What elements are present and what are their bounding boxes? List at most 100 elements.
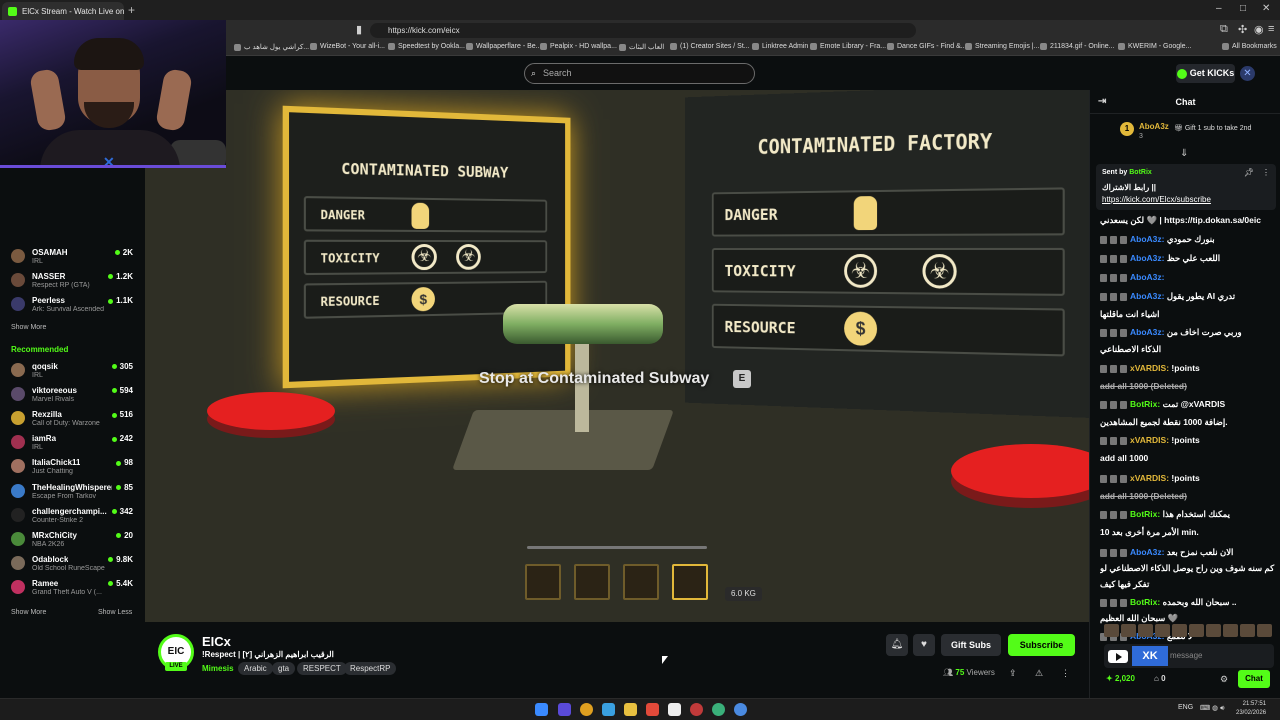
- close-window-icon[interactable]: ✕: [1262, 3, 1270, 14]
- video-player[interactable]: CONTAMINATED SUBWAY DANGER TOXICITY ☣ ☣ …: [145, 90, 1089, 622]
- bookmark-item[interactable]: Speedtest by Ookla...: [388, 43, 465, 50]
- sidebar-channel-item[interactable]: iamRa IRL 242: [0, 432, 145, 456]
- tag-gta[interactable]: gta: [272, 662, 296, 675]
- bookmark-item[interactable]: Dance GIFs - Find &...: [887, 43, 967, 50]
- sidebar-channel-item[interactable]: TheHealingWhisperer Escape From Tarkov 85: [0, 481, 145, 505]
- show-less-button[interactable]: Show Less: [98, 609, 132, 616]
- sidebar-channel-item[interactable]: challengerchampi... Counter-Strike 2 342: [0, 505, 145, 529]
- tag-respectrp[interactable]: RespectRP: [344, 662, 397, 675]
- system-tray-icons[interactable]: ⌨ ◍ 🔊︎: [1200, 704, 1225, 713]
- bookmark-item[interactable]: KWERIM - Google...: [1118, 43, 1191, 50]
- new-tab-icon[interactable]: +: [128, 3, 135, 17]
- channel-name[interactable]: EICx: [202, 634, 231, 649]
- channel-points[interactable]: ✦ 2,020: [1106, 674, 1135, 683]
- bookmark-item[interactable]: Emote Library - Fra...: [810, 43, 886, 50]
- bookmark-item[interactable]: Wallpaperflare - Be...: [466, 43, 542, 50]
- send-chat-button[interactable]: Chat: [1238, 670, 1270, 688]
- collapse-chat-icon[interactable]: ⇥: [1098, 90, 1106, 114]
- chat-username[interactable]: AboA3z:: [1130, 253, 1164, 263]
- chat-username[interactable]: BotRix:: [1130, 399, 1160, 409]
- menu-icon[interactable]: ≡: [1268, 23, 1274, 35]
- emote[interactable]: [1104, 624, 1119, 637]
- app-icon[interactable]: [712, 703, 725, 716]
- chat-username[interactable]: AboA3z:: [1130, 547, 1164, 557]
- tag-respect[interactable]: RESPECT: [297, 662, 347, 675]
- bookmark-item[interactable]: العاب البثات: [619, 43, 664, 51]
- puzzle-icon[interactable]: ✣: [1238, 23, 1247, 36]
- follow-heart-icon[interactable]: ♥: [913, 634, 935, 656]
- chrome-icon[interactable]: [580, 703, 593, 716]
- pinned-bot-name[interactable]: BotRix: [1129, 169, 1152, 176]
- sidebar-channel-item[interactable]: Ramee Grand Theft Auto V (... 5.4K: [0, 577, 145, 601]
- sidebar-channel-item[interactable]: NASSER Respect RP (GTA) 1.2K: [0, 270, 145, 294]
- expand-leaderboard-icon[interactable]: ⇓: [1180, 148, 1188, 159]
- user-avatar[interactable]: ✕: [1240, 66, 1255, 81]
- bookmark-item[interactable]: (1) Creator Sites / St...: [670, 43, 750, 50]
- file-explorer-icon[interactable]: [624, 703, 637, 716]
- sidebar-channel-item[interactable]: Rexzilla Call of Duty: Warzone 516: [0, 408, 145, 432]
- chat-settings-icon[interactable]: ⚙: [1220, 674, 1228, 685]
- chat-input[interactable]: XK message: [1104, 644, 1274, 668]
- browser-tab[interactable]: ElCx Stream - Watch Live on K ×: [2, 2, 124, 20]
- bookmark-item[interactable]: Streaming Emojis |...: [965, 43, 1039, 50]
- sidebar-channel-item[interactable]: viktoreeous Marvel Rivals 594: [0, 384, 145, 408]
- sidebar-channel-item[interactable]: ItaliaChick11 Just Chatting 98: [0, 456, 145, 480]
- report-icon[interactable]: ⚠: [1035, 668, 1043, 679]
- chat-username[interactable]: xVARDIS:: [1130, 473, 1169, 483]
- app-icon[interactable]: [734, 703, 747, 716]
- emote[interactable]: [1155, 624, 1170, 637]
- chat-username[interactable]: AboA3z:: [1130, 327, 1164, 337]
- app-icon[interactable]: [602, 703, 615, 716]
- pinned-more-icon[interactable]: ⋮: [1262, 168, 1270, 177]
- share-icon[interactable]: ⇪: [1009, 668, 1017, 679]
- app-icon[interactable]: [690, 703, 703, 716]
- profile-icon[interactable]: ◉: [1254, 23, 1264, 36]
- sidebar-channel-item[interactable]: Peerless Ark: Survival Ascended 1.1K: [0, 294, 145, 318]
- emote[interactable]: [1172, 624, 1187, 637]
- chat-username[interactable]: xVARDIS:: [1130, 363, 1169, 373]
- subscribe-button[interactable]: Subscribe: [1008, 634, 1075, 656]
- search-input[interactable]: ⌕ Search: [524, 63, 755, 84]
- emote[interactable]: [1189, 624, 1204, 637]
- gift-subs-button[interactable]: Gift Subs: [941, 634, 1001, 656]
- app-icon[interactable]: [668, 703, 681, 716]
- brave-icon[interactable]: [646, 703, 659, 716]
- emote[interactable]: [1138, 624, 1153, 637]
- bookmark-item[interactable]: Pealpix - HD wallpa...: [540, 43, 617, 50]
- chat-username[interactable]: AboA3z:: [1130, 291, 1164, 301]
- bookmark-item[interactable]: All Bookmarks: [1222, 43, 1277, 50]
- app-icon[interactable]: [558, 703, 571, 716]
- url-field[interactable]: https://kick.com/eicx: [370, 23, 916, 38]
- emote[interactable]: [1240, 624, 1255, 637]
- pin-icon[interactable]: 📌︎: [1244, 168, 1254, 177]
- emote[interactable]: [1223, 624, 1238, 637]
- pinned-link[interactable]: https://kick.com/Elcx/subscribe: [1102, 195, 1211, 204]
- chat-username[interactable]: AboA3z:: [1130, 234, 1164, 244]
- bookmark-item[interactable]: كراشي يول شاهد ب...: [234, 43, 309, 51]
- extensions-icon[interactable]: ⧉: [1220, 23, 1228, 36]
- emote[interactable]: [1206, 624, 1221, 637]
- more-options-icon[interactable]: ⋮: [1061, 668, 1070, 679]
- sidebar-channel-item[interactable]: MRxChiCity NBA 2K26 20: [0, 529, 145, 553]
- bookmark-item[interactable]: Linktree Admin: [752, 43, 808, 50]
- sidebar-channel-item[interactable]: OSAMAH IRL 2K: [0, 246, 145, 270]
- chat-username[interactable]: AboA3z:: [1130, 272, 1164, 282]
- get-kicks-button[interactable]: Get KICKs: [1176, 64, 1235, 83]
- sidebar-channel-item[interactable]: qoqsik IRL 305: [0, 360, 145, 384]
- bookmark-item[interactable]: WizeBot - Your all-i...: [310, 43, 385, 50]
- secondary-points[interactable]: ⌂ 0: [1154, 674, 1166, 683]
- emote[interactable]: [1121, 624, 1136, 637]
- gift-prompt[interactable]: 🎁︎ Gift 1 sub to take 2nd: [1174, 124, 1251, 132]
- start-icon[interactable]: [535, 703, 548, 716]
- leader-name[interactable]: AboA3z: [1139, 122, 1169, 131]
- chat-username[interactable]: xVARDIS:: [1130, 435, 1169, 445]
- stream-category[interactable]: Mimesis: [202, 664, 234, 673]
- show-more-recommended-button[interactable]: Show More: [11, 609, 46, 616]
- notification-bell-icon[interactable]: 🔔︎: [886, 634, 908, 656]
- minimize-icon[interactable]: –: [1216, 3, 1222, 14]
- tag-arabic[interactable]: Arabic: [238, 662, 273, 675]
- bookmark-page-icon[interactable]: ▮: [356, 23, 362, 36]
- maximize-icon[interactable]: □: [1240, 3, 1246, 14]
- chat-username[interactable]: BotRix:: [1130, 597, 1160, 607]
- clock[interactable]: 21:57:51 23/02/2026: [1236, 700, 1266, 718]
